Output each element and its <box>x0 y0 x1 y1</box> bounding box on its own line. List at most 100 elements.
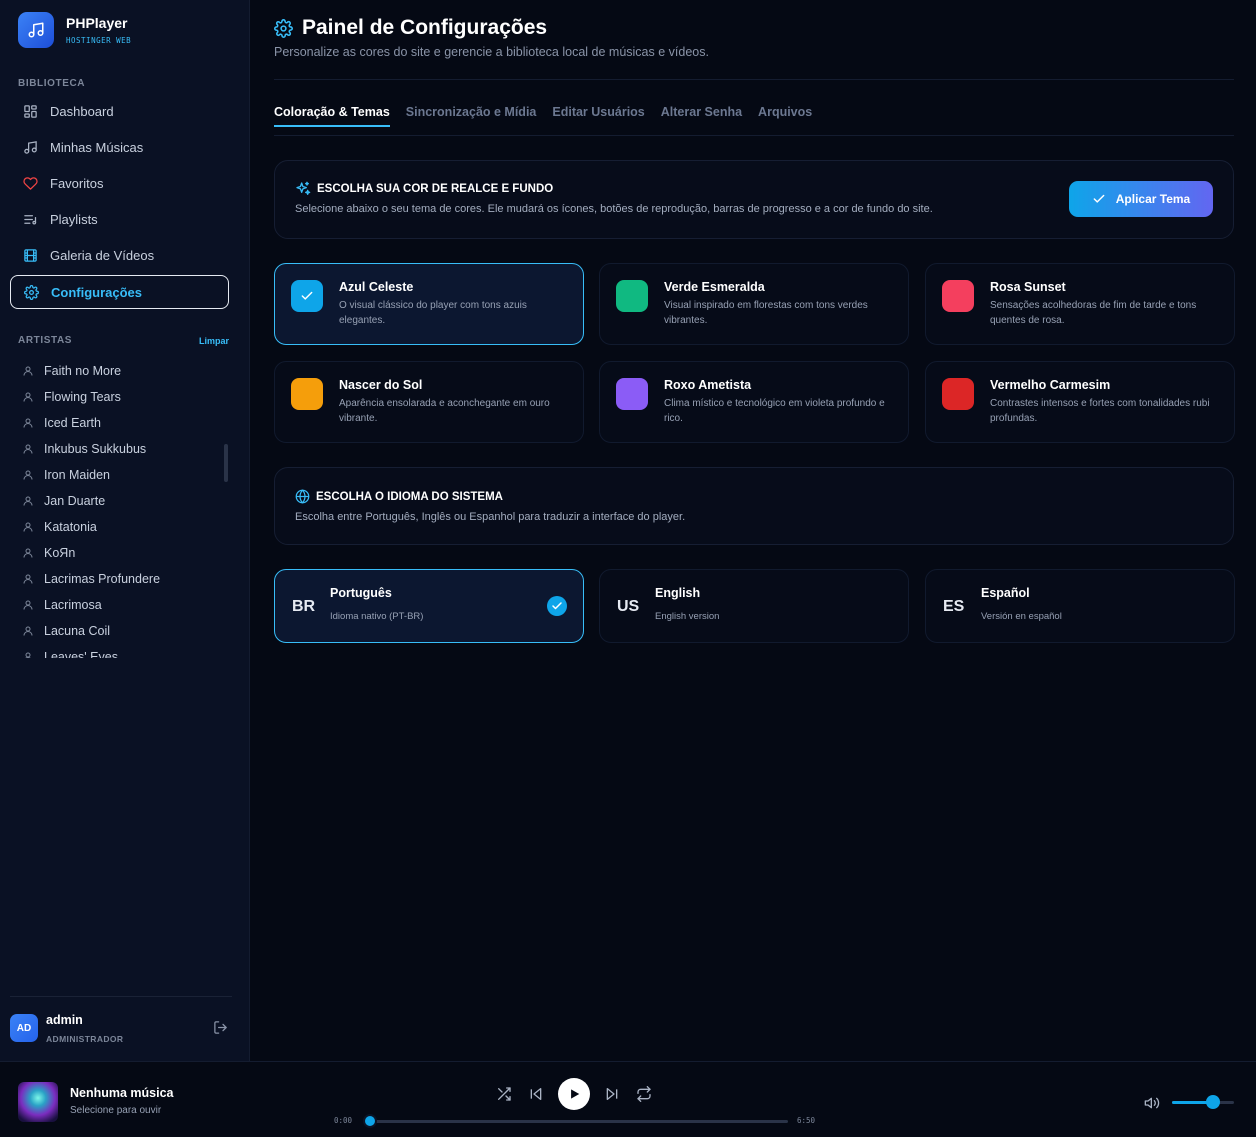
artist-list-item[interactable]: Lacrimas Profundere <box>22 566 222 592</box>
theme-card-rosa-sunset[interactable]: Rosa Sunset Sensações acolhedoras de fim… <box>925 263 1235 345</box>
playback-controls <box>494 1078 666 1110</box>
theme-panel: ESCOLHA SUA COR DE REALCE E FUNDO Seleci… <box>274 160 1234 239</box>
clear-artists-button[interactable]: Limpar <box>199 336 229 346</box>
artist-list-item[interactable]: Iron Maiden <box>22 462 222 488</box>
check-circle-icon <box>547 596 567 616</box>
user-role: ADMINISTRADOR <box>46 1033 124 1044</box>
volume-icon[interactable] <box>1144 1095 1160 1116</box>
progress-handle[interactable] <box>363 1114 377 1128</box>
sidebar-item-label: Configurações <box>51 284 143 300</box>
play-button[interactable] <box>558 1078 590 1110</box>
artist-list-item[interactable]: Lacrimosa <box>22 592 222 618</box>
theme-swatch <box>291 378 323 410</box>
theme-card-azul-celeste[interactable]: Azul Celeste O visual clássico do player… <box>274 263 584 345</box>
progress-bar[interactable] <box>366 1120 788 1123</box>
next-icon[interactable] <box>602 1084 622 1104</box>
artists-section-label: ARTISTAS <box>18 335 73 346</box>
apply-theme-label: Aplicar Tema <box>1115 192 1191 206</box>
user-icon <box>22 625 34 637</box>
artist-list-item[interactable]: KoЯn <box>22 540 222 566</box>
tab-themes[interactable]: Coloração & Temas <box>274 105 390 127</box>
track-subtitle: Selecione para ouvir <box>70 1105 162 1116</box>
album-cover <box>18 1082 58 1122</box>
theme-description: Clima místico e tecnológico em violeta p… <box>664 398 885 424</box>
sidebar-item-playlists[interactable]: Playlists <box>10 201 229 237</box>
theme-card-vermelho-carmesim[interactable]: Vermelho Carmesim Contrastes intensos e … <box>925 361 1235 443</box>
artist-list-item[interactable]: Inkubus Sukkubus <box>22 436 222 462</box>
artist-list-scrollbar[interactable] <box>224 444 228 482</box>
theme-card-roxo-ametista[interactable]: Roxo Ametista Clima místico e tecnológic… <box>599 361 909 443</box>
theme-description: Visual inspirado em florestas com tons v… <box>664 300 868 326</box>
theme-name: Verde Esmeralda <box>664 280 765 294</box>
artist-list-item[interactable]: Iced Earth <box>22 410 222 436</box>
artist-list-item[interactable]: Jan Duarte <box>22 488 222 514</box>
sidebar-item-my-music[interactable]: Minhas Músicas <box>10 129 229 165</box>
sidebar: PHPlayer HOSTINGER WEB BIBLIOTECA Dashbo… <box>0 0 250 1061</box>
gear-icon <box>23 284 39 300</box>
sidebar-item-settings[interactable]: Configurações <box>10 275 229 309</box>
check-icon <box>301 291 313 300</box>
play-icon <box>571 1089 580 1099</box>
artists-header: ARTISTAS Limpar <box>18 335 229 346</box>
language-name: English <box>655 586 701 600</box>
theme-card-verde-esmeralda[interactable]: Verde Esmeralda Visual inspirado em flor… <box>599 263 909 345</box>
page-title-text: Painel de Configurações <box>302 16 548 39</box>
sidebar-item-video-gallery[interactable]: Galeria de Vídeos <box>10 237 229 273</box>
shuffle-icon[interactable] <box>494 1084 514 1104</box>
theme-swatch <box>942 378 974 410</box>
user-name: admin <box>46 1012 83 1027</box>
sidebar-item-label: Minhas Músicas <box>50 139 144 155</box>
artist-list-item[interactable]: Lacuna Coil <box>22 618 222 644</box>
language-code: US <box>617 598 640 615</box>
sidebar-item-dashboard[interactable]: Dashboard <box>10 93 229 129</box>
apply-theme-button[interactable]: Aplicar Tema <box>1069 181 1213 217</box>
repeat-icon[interactable] <box>634 1084 654 1104</box>
user-profile: AD admin ADMINISTRADOR <box>10 1008 232 1048</box>
user-icon <box>22 651 34 658</box>
logout-icon[interactable] <box>213 1020 228 1040</box>
previous-icon[interactable] <box>526 1084 546 1104</box>
playlist-icon <box>22 211 38 227</box>
page-title: Painel de Configurações <box>274 16 547 40</box>
language-description: Idioma nativo (PT-BR) <box>330 611 424 622</box>
artist-list-item[interactable]: Leaves' Eyes <box>22 644 222 658</box>
artist-name: Lacrimosa <box>44 598 102 612</box>
language-panel-title: ESCOLHA O IDIOMA DO SISTEMA <box>295 489 503 504</box>
artist-name: Faith no More <box>44 364 122 378</box>
theme-name: Roxo Ametista <box>664 378 752 392</box>
tab-sync-media[interactable]: Sincronização e Mídia <box>406 105 537 127</box>
tab-edit-users[interactable]: Editar Usuários <box>552 105 644 127</box>
artist-list-item[interactable]: Flowing Tears <box>22 384 222 410</box>
player-bar: Nenhuma música Selecione para ouvir 0:00 <box>0 1061 1256 1137</box>
gear-icon <box>274 18 293 38</box>
theme-swatch <box>616 378 648 410</box>
tab-change-password[interactable]: Alterar Senha <box>661 105 742 127</box>
volume-handle[interactable] <box>1206 1095 1220 1109</box>
artist-name: Iron Maiden <box>44 468 111 482</box>
theme-name: Azul Celeste <box>339 280 414 294</box>
user-icon <box>22 547 34 559</box>
theme-swatch <box>942 280 974 312</box>
user-icon <box>22 599 34 611</box>
check-icon <box>1092 192 1106 206</box>
artist-name: Flowing Tears <box>44 390 121 404</box>
music-note-icon <box>22 139 38 155</box>
artist-list-item[interactable]: Faith no More <box>22 358 222 384</box>
theme-name: Nascer do Sol <box>339 378 423 392</box>
music-logo-icon <box>18 12 54 48</box>
language-code: ES <box>943 598 965 615</box>
brand[interactable]: PHPlayer HOSTINGER WEB <box>18 12 131 48</box>
volume-slider[interactable] <box>1172 1101 1234 1104</box>
user-icon <box>22 365 34 377</box>
user-icon <box>22 521 34 533</box>
theme-card-nascer-do-sol[interactable]: Nascer do Sol Aparência ensolarada e aco… <box>274 361 584 443</box>
theme-description: Sensações acolhedoras de fim de tarde e … <box>990 300 1197 326</box>
language-card-english[interactable]: US English English version <box>599 569 909 643</box>
artist-list-item[interactable]: Katatonia <box>22 514 222 540</box>
sidebar-item-favorites[interactable]: Favoritos <box>10 165 229 201</box>
language-card-spanish[interactable]: ES Español Versión en español <box>925 569 1235 643</box>
user-icon <box>22 495 34 507</box>
language-card-portuguese[interactable]: BR Português Idioma nativo (PT-BR) <box>274 569 584 643</box>
brand-name: PHPlayer <box>66 15 128 31</box>
tab-files[interactable]: Arquivos <box>758 105 812 127</box>
